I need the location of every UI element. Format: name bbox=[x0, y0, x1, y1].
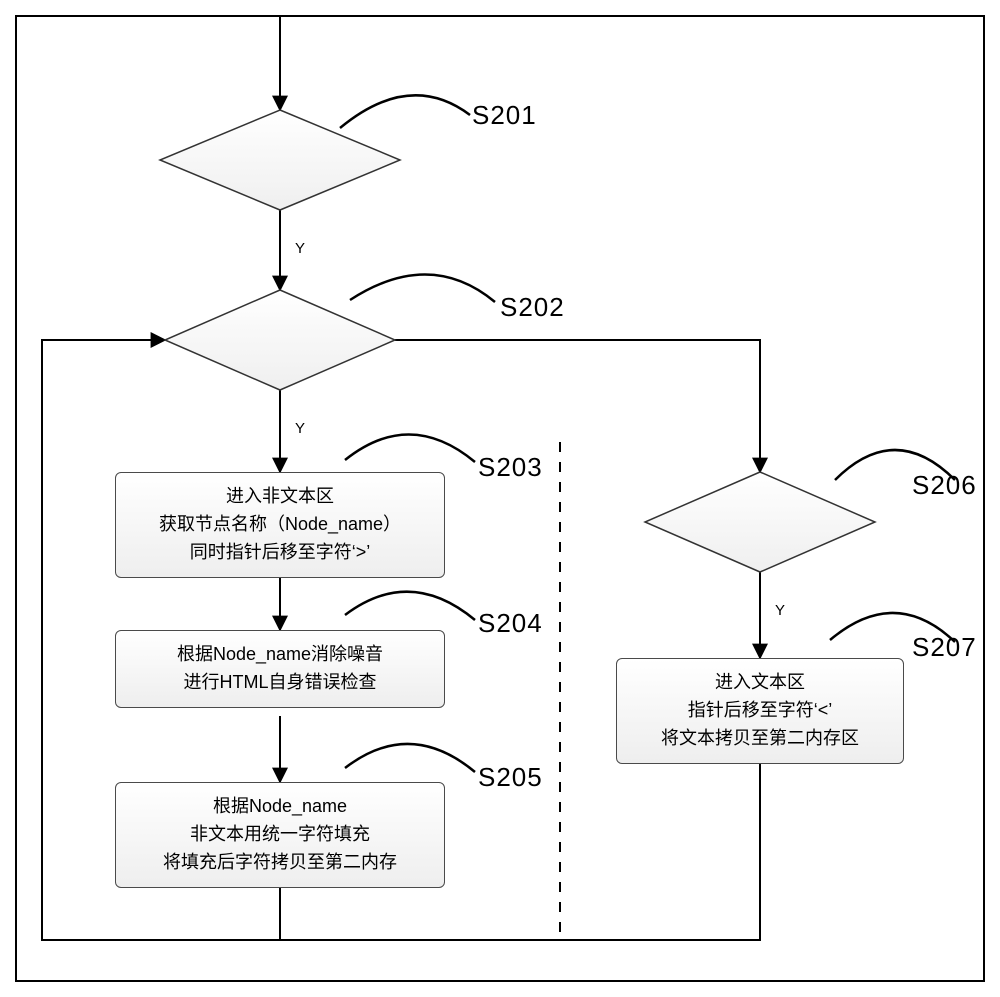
step-label-s203: S203 bbox=[478, 452, 543, 483]
step-label-s204: S204 bbox=[478, 608, 543, 639]
decision-s201-label: While(*p_memhtml) bbox=[200, 150, 360, 171]
process-s207: 进入文本区 指针后移至字符‘<’ 将文本拷贝至第二内存区 bbox=[616, 658, 904, 764]
flow-label-s202-y: Y bbox=[295, 420, 305, 437]
step-label-s206: S206 bbox=[912, 470, 977, 501]
process-s204-line1: 根据Node_name消除噪音 bbox=[128, 641, 432, 669]
decision-s206-label: *p_memhtml == ‘>’ bbox=[675, 512, 845, 533]
process-s205: 根据Node_name 非文本用统一字符填充 将填充后字符拷贝至第二内存 bbox=[115, 782, 445, 888]
flowchart-canvas: While(*p_memhtml) S201 Y *p_memhtml == ‘… bbox=[0, 0, 1000, 997]
flow-label-s201-y: Y bbox=[295, 240, 305, 257]
flow-label-s206-y: Y bbox=[775, 602, 785, 619]
process-s205-line3: 将填充后字符拷贝至第二内存 bbox=[128, 849, 432, 877]
step-label-s202: S202 bbox=[500, 292, 565, 323]
process-s203-line3: 同时指针后移至字符‘>’ bbox=[128, 539, 432, 567]
step-label-s201: S201 bbox=[472, 100, 537, 131]
step-label-s207: S207 bbox=[912, 632, 977, 663]
process-s207-line3: 将文本拷贝至第二内存区 bbox=[629, 725, 891, 753]
process-s203: 进入非文本区 获取节点名称（Node_name） 同时指针后移至字符‘>’ bbox=[115, 472, 445, 578]
process-s203-line2: 获取节点名称（Node_name） bbox=[128, 511, 432, 539]
process-s205-line2: 非文本用统一字符填充 bbox=[128, 821, 432, 849]
process-s207-line2: 指针后移至字符‘<’ bbox=[629, 697, 891, 725]
process-s207-line1: 进入文本区 bbox=[629, 669, 891, 697]
step-label-s205: S205 bbox=[478, 762, 543, 793]
decision-s202-label: *p_memhtml == ‘<’ bbox=[195, 330, 365, 351]
process-s204: 根据Node_name消除噪音 进行HTML自身错误检查 bbox=[115, 630, 445, 708]
process-s204-line2: 进行HTML自身错误检查 bbox=[128, 669, 432, 697]
process-s203-line1: 进入非文本区 bbox=[128, 483, 432, 511]
process-s205-line1: 根据Node_name bbox=[128, 793, 432, 821]
